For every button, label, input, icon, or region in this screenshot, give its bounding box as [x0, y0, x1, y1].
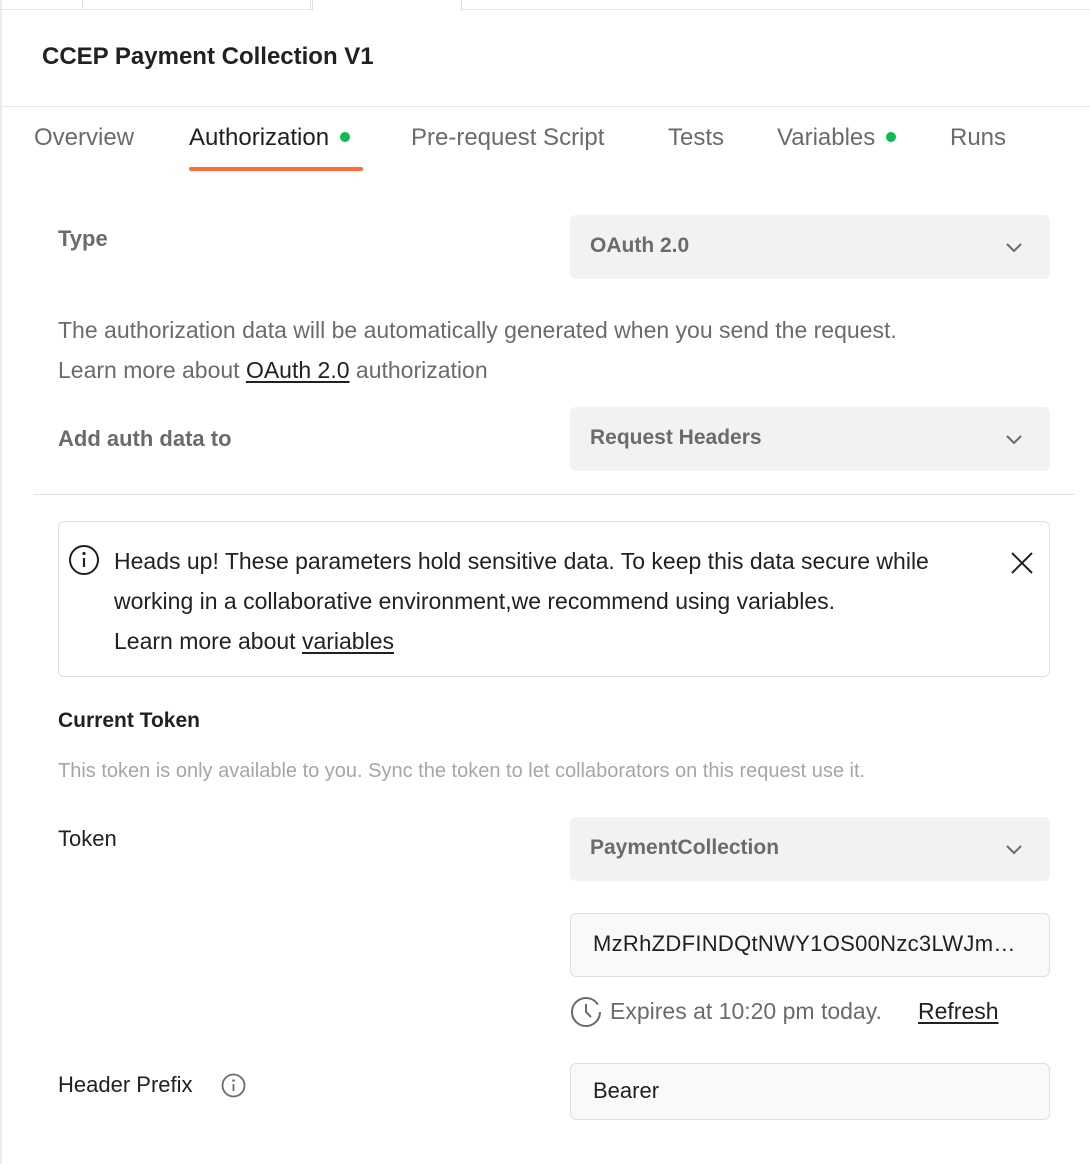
learn-more-prefix: Learn more about	[58, 357, 246, 383]
close-icon[interactable]	[1009, 550, 1035, 576]
panel-left-border	[0, 0, 2, 1164]
add-auth-data-label: Add auth data to	[58, 426, 232, 451]
tab-label: Tests	[668, 124, 725, 151]
token-name: PaymentCollection	[590, 836, 780, 859]
active-tab-indicator	[189, 167, 363, 171]
tab-overview[interactable]: Overview	[34, 124, 134, 152]
refresh-token-link[interactable]: Refresh	[918, 998, 999, 1025]
sensitive-data-alert: Heads up! These parameters hold sensitiv…	[58, 521, 1050, 677]
tab-label: Authorization	[189, 124, 330, 151]
auth-description: The authorization data will be automatic…	[58, 317, 897, 343]
token-value: MzRhZDFINDQtNWY1OS00Nzc3LWJmYjYtOGM	[593, 931, 1023, 956]
status-dot	[340, 131, 351, 142]
status-dot	[886, 131, 897, 142]
learn-more-suffix: authorization	[349, 357, 488, 383]
header-prefix-label: Header Prefix	[58, 1072, 193, 1097]
add-auth-data-select[interactable]: Request Headers	[570, 407, 1050, 471]
alert-text: Heads up! These parameters hold sensitiv…	[114, 541, 994, 661]
add-auth-data-value: Request Headers	[590, 426, 762, 449]
tab-pre-request-script[interactable]: Pre-request Script	[411, 124, 604, 152]
expiry-text: Expires at 10:20 pm today.	[610, 998, 882, 1024]
chevron-down-icon	[1006, 243, 1022, 253]
editor-tab-active[interactable]	[312, 0, 462, 11]
tab-label: Variables	[777, 124, 876, 151]
info-icon[interactable]	[221, 1073, 246, 1098]
tab-label: Runs	[950, 124, 1007, 151]
tab-authorization[interactable]: Authorization	[189, 124, 351, 152]
editor-tab-strip	[0, 0, 1090, 11]
tab-variables[interactable]: Variables	[777, 124, 897, 152]
collection-title[interactable]: CCEP Payment Collection V1	[42, 43, 374, 71]
header-prefix-input[interactable]: Bearer	[570, 1063, 1050, 1120]
auth-type-select[interactable]: OAuth 2.0	[570, 215, 1050, 279]
chevron-down-icon	[1006, 435, 1022, 445]
current-token-title: Current Token	[58, 709, 200, 732]
section-divider	[34, 494, 1075, 495]
clock-icon	[571, 997, 601, 1027]
tab-runs[interactable]: Runs	[950, 124, 1006, 152]
info-icon	[69, 545, 99, 575]
alert-learn-prefix: Learn more about	[114, 628, 302, 654]
tab-label: Pre-request Script	[411, 124, 605, 151]
auth-type-value: OAuth 2.0	[590, 234, 690, 257]
auth-learn-more: Learn more about OAuth 2.0 authorization	[58, 357, 488, 384]
token-label: Token	[58, 826, 117, 851]
header-prefix-value: Bearer	[593, 1078, 660, 1103]
variables-docs-link[interactable]: variables	[302, 628, 394, 654]
editor-tab[interactable]	[83, 0, 311, 10]
token-value-field[interactable]: MzRhZDFINDQtNWY1OS00Nzc3LWJmYjYtOGM	[570, 913, 1050, 977]
chevron-down-icon	[1006, 845, 1022, 855]
token-select[interactable]: PaymentCollection	[570, 817, 1050, 881]
current-token-hint: This token is only available to you. Syn…	[58, 760, 866, 782]
oauth-docs-link[interactable]: OAuth 2.0	[246, 357, 350, 383]
alert-message: Heads up! These parameters hold sensitiv…	[114, 548, 929, 614]
tab-label: Overview	[34, 124, 135, 151]
editor-tab[interactable]	[0, 0, 83, 10]
title-divider	[2, 106, 1090, 107]
tab-tests[interactable]: Tests	[668, 124, 724, 152]
type-label: Type	[58, 226, 108, 251]
